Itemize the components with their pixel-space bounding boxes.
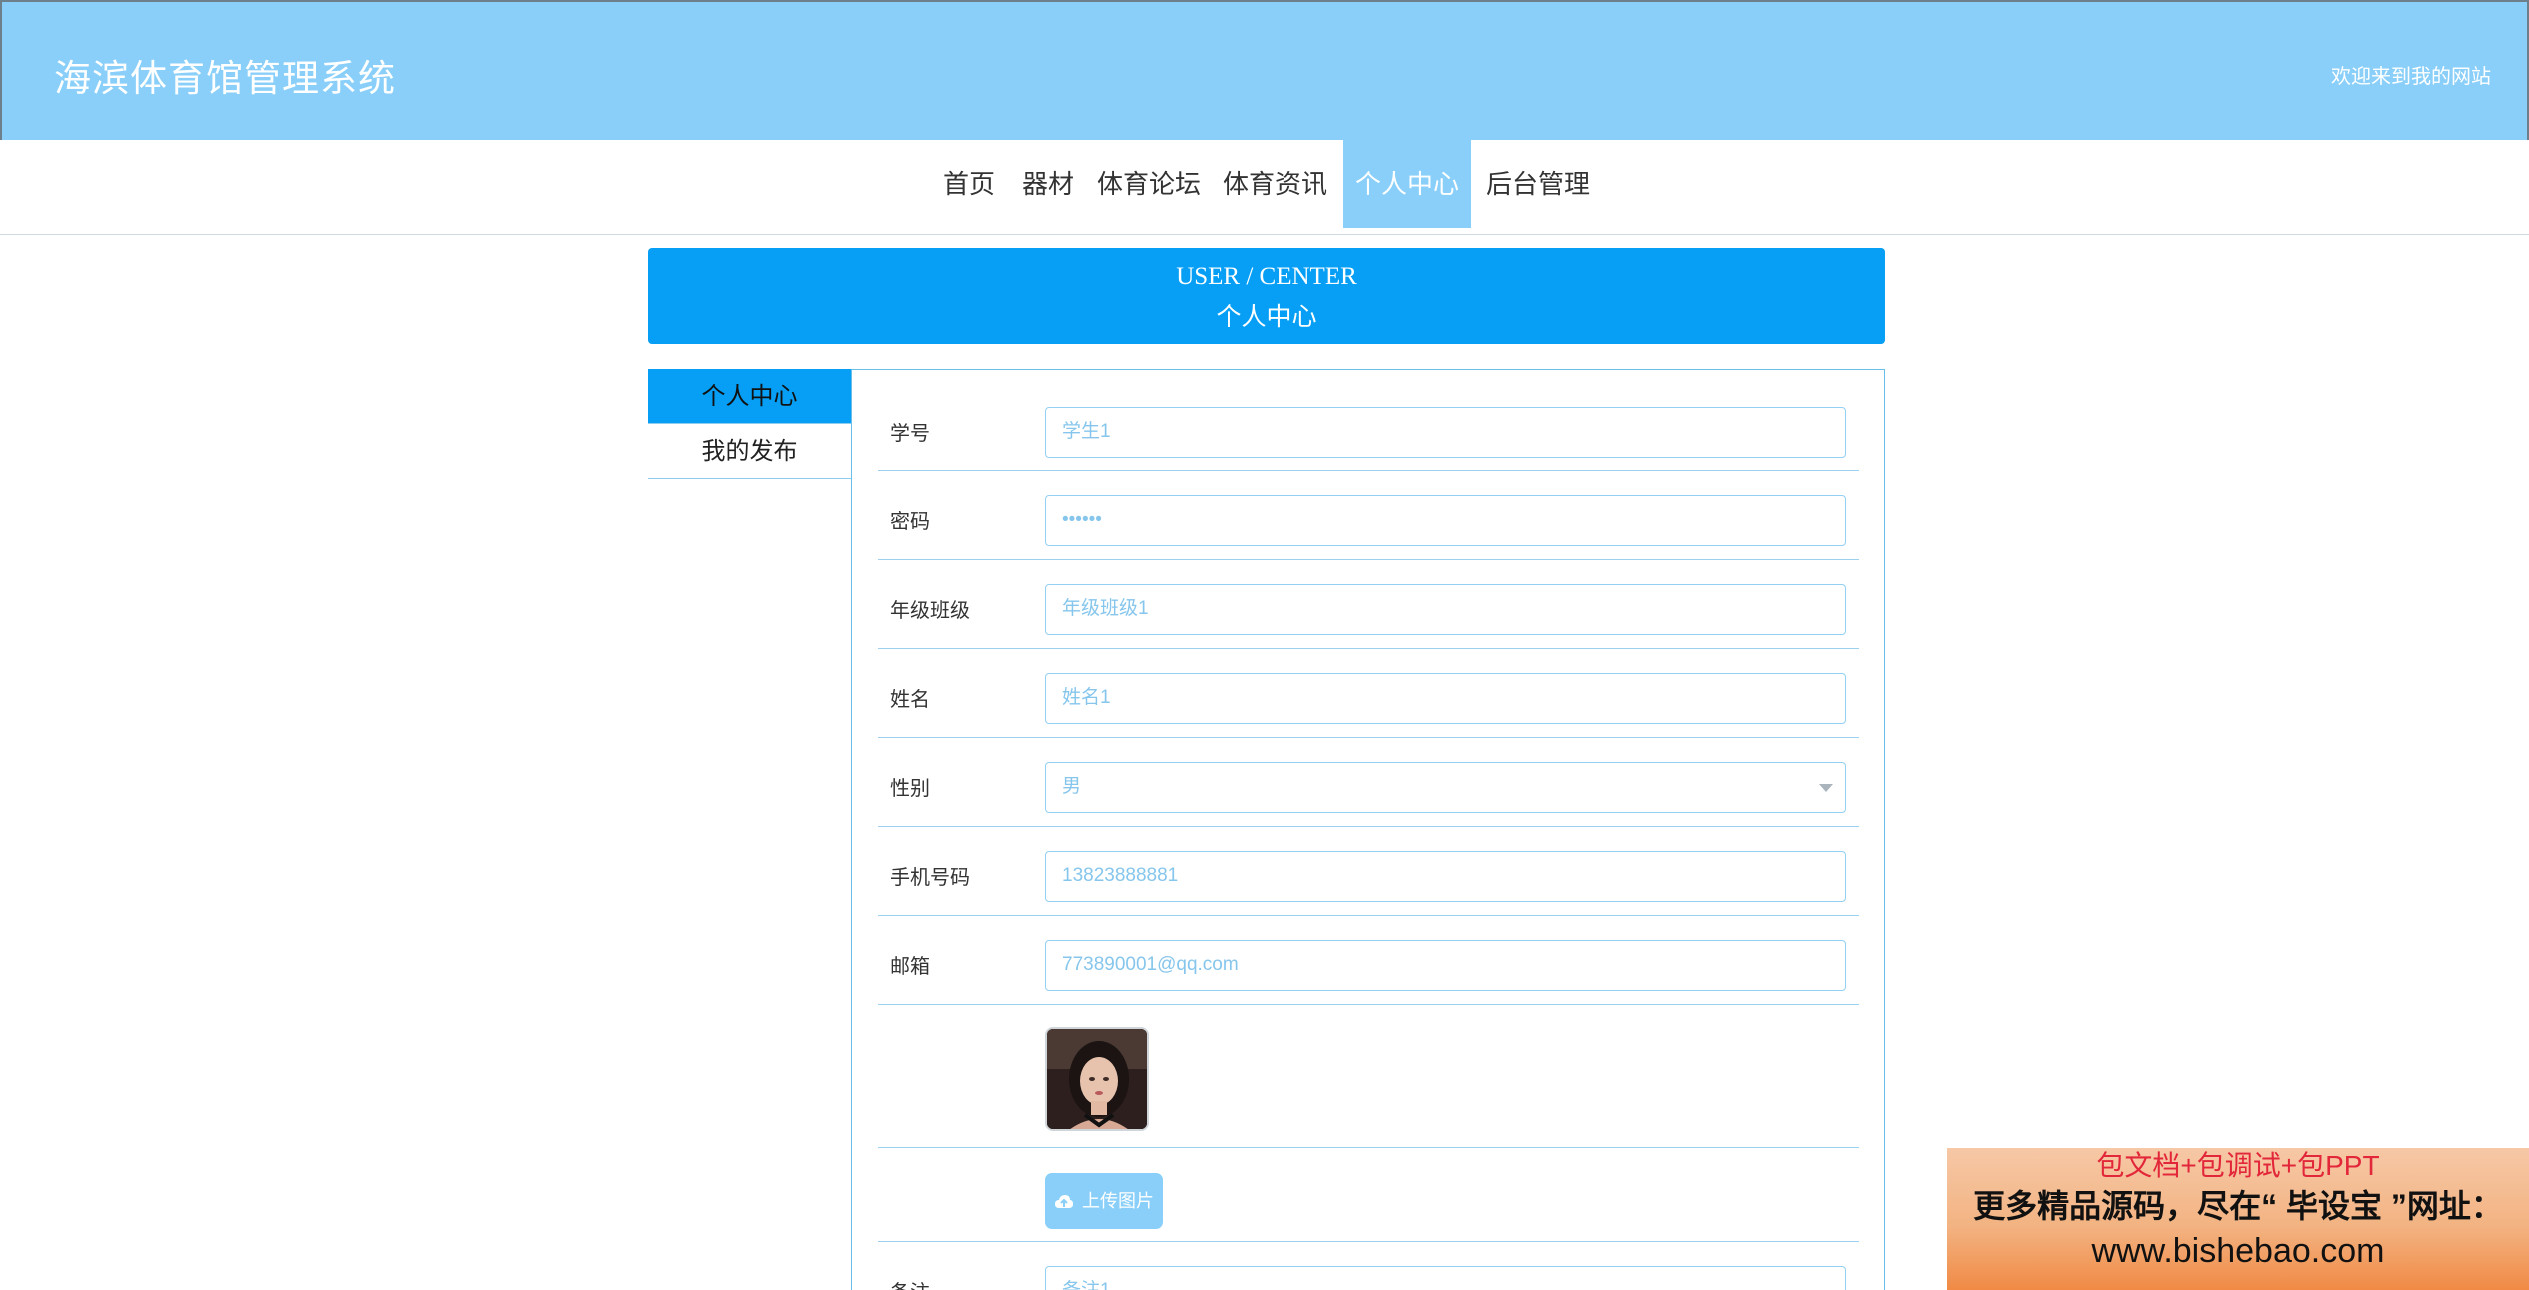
gender-select[interactable]: 男 [1045,762,1846,813]
main-nav: 首页 器材 体育论坛 体育资讯 个人中心 后台管理 [0,140,2529,235]
nav-item-admin[interactable]: 后台管理 [1481,140,1595,228]
form-row-remark: 备注 备注1 [878,1242,1859,1290]
banner-title-cn: 个人中心 [1216,303,1317,331]
email-field[interactable]: 773890001@qq.com [1045,940,1846,991]
student-id-label: 学号 [890,423,930,445]
remark-label: 备注 [890,1276,930,1290]
profile-form: 学号 学生1 密码 •••••• 年级班级 年级班级1 姓名 姓名1 性别 男 … [851,369,1885,1290]
nav-item-forum[interactable]: 体育论坛 [1092,140,1206,228]
form-row-phone: 手机号码 13823888881 [878,827,1859,916]
upload-image-label: 上传图片 [1082,1191,1154,1211]
ad-banner[interactable]: 包文档+包调试+包PPT 更多精品源码，尽在“ 毕设宝 ”网址： www.bis… [1947,1148,2529,1290]
name-field[interactable]: 姓名1 [1045,673,1846,724]
gender-select-value: 男 [1062,776,1082,797]
ad-line-2: 更多精品源码，尽在“ 毕设宝 ”网址： [1973,1188,2503,1224]
form-row-avatar [878,1005,1859,1148]
form-row-name: 姓名 姓名1 [878,649,1859,738]
name-label: 姓名 [890,689,930,711]
chevron-down-icon [1819,784,1833,792]
upload-cloud-icon [1054,1195,1073,1208]
banner-title-en: USER / CENTER [1176,263,1357,290]
student-id-field[interactable]: 学生1 [1045,407,1846,458]
form-row-student-id: 学号 学生1 [878,370,1859,471]
avatar [1045,1027,1149,1131]
nav-item-user-center[interactable]: 个人中心 [1343,140,1471,228]
nav-item-home[interactable]: 首页 [934,140,1004,228]
form-row-grade-class: 年级班级 年级班级1 [878,560,1859,649]
form-row-email: 邮箱 773890001@qq.com [878,916,1859,1005]
form-row-gender: 性别 男 [878,738,1859,827]
upload-image-button[interactable]: 上传图片 [1045,1173,1163,1229]
nav-item-news[interactable]: 体育资讯 [1218,140,1332,228]
email-label: 邮箱 [890,956,930,978]
section-banner: USER / CENTER 个人中心 [648,248,1885,344]
sidebar: 个人中心 我的发布 [648,369,851,479]
remark-field[interactable]: 备注1 [1045,1266,1846,1290]
nav-item-equipment[interactable]: 器材 [1016,140,1080,228]
ad-line-1: 包文档+包调试+包PPT [2096,1150,2380,1181]
password-field[interactable]: •••••• [1045,495,1846,546]
site-header: 海滨体育馆管理系统 欢迎来到我的网站 [0,0,2529,140]
phone-field[interactable]: 13823888881 [1045,851,1846,902]
phone-label: 手机号码 [890,867,970,889]
sidebar-item-user-center[interactable]: 个人中心 [648,369,851,424]
grade-class-label: 年级班级 [890,600,970,622]
ad-line-3: www.bishebao.com [2091,1232,2385,1270]
form-row-upload: 上传图片 [878,1148,1859,1242]
sidebar-item-my-posts[interactable]: 我的发布 [648,424,851,479]
form-row-password: 密码 •••••• [878,471,1859,560]
password-label: 密码 [890,511,930,533]
site-title: 海滨体育馆管理系统 [54,58,396,99]
gender-label: 性别 [890,778,930,800]
grade-class-field[interactable]: 年级班级1 [1045,584,1846,635]
welcome-text: 欢迎来到我的网站 [2331,66,2491,88]
